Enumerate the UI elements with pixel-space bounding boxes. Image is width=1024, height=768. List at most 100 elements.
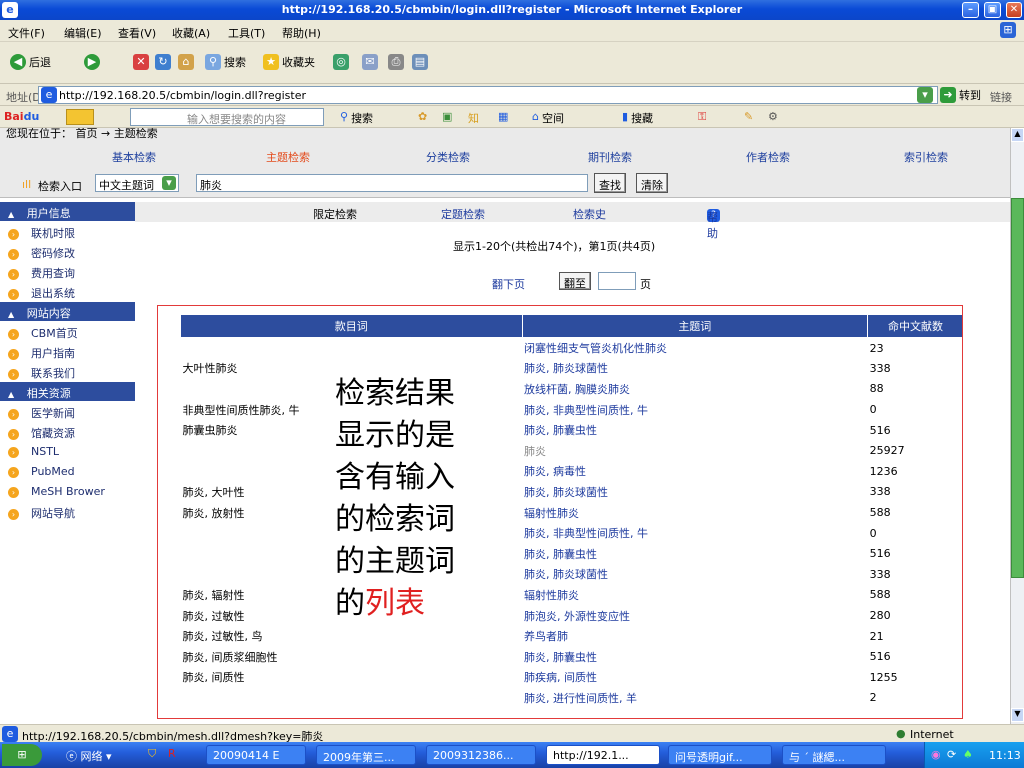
menu-view[interactable]: 查看(V) [118,25,156,41]
sidebar-item[interactable]: › 联机时限 [0,222,135,242]
sidebar-item[interactable]: › NSTL [0,442,135,462]
limit-search-link[interactable]: 限定检索 [313,206,357,222]
scroll-up-icon[interactable]: ▲ [1011,128,1024,142]
find-button[interactable]: 查找 [594,173,626,193]
settings-gear-icon[interactable]: ⚙ [768,110,778,123]
tab-subject-search[interactable]: 主题检索 [266,149,310,165]
favorites-button[interactable]: ★ 收藏夹 [263,54,315,70]
query-value: 肺炎 [200,179,222,192]
forward-button[interactable]: ▶ [84,54,100,70]
back-button[interactable]: ◀ 后退 [10,54,51,70]
sidebar-item-label: CBM首页 [31,327,78,340]
print-button[interactable]: ⎙ [388,54,404,70]
pen-icon[interactable]: ✎ [744,110,753,123]
image-icon[interactable]: ▣ [442,110,452,123]
jump-button[interactable]: 翻至 [559,272,591,290]
baidu-search-input[interactable]: 输入想要搜索的内容 [130,108,324,126]
close-button[interactable]: ✕ [1006,2,1022,18]
chevron-right-icon: › [8,409,19,420]
sidebar-section-header[interactable]: ▲ 相关资源 [0,382,135,402]
sidebar: ▲ 用户信息 › 联机时限 › 密码修改 › 费用查询 › 退出系统 ▲ 网站内容 › CBM首页 › 用… [0,202,135,724]
search-history-link[interactable]: 检索史 [573,206,606,222]
baidu-search-button[interactable]: ⚲ 搜索 [340,110,373,126]
address-input[interactable]: e http://192.168.20.5/cbmbin/login.dll?r… [38,86,938,104]
links-label[interactable]: 链接 [990,89,1012,105]
sidebar-item[interactable]: › 网站导航 [0,502,135,522]
baidu-space-button[interactable]: ⌂ 空间 [532,110,564,126]
sidebar-item[interactable]: › MeSH Brower [0,482,135,502]
zhidao-icon[interactable]: 知 [468,110,479,126]
task-folder[interactable]: 20090414 E [206,745,306,765]
media-button[interactable]: ◎ [333,54,349,70]
sidebar-item[interactable]: › 用户指南 [0,342,135,362]
tray-wifi-icon[interactable]: ♠ [963,748,973,761]
sidebar-item[interactable]: › 联系我们 [0,362,135,382]
baidu-logo: Baidu [4,110,40,123]
key-icon[interactable]: ⚿ [698,110,706,124]
tray-network-icon[interactable]: ⟳ [947,748,956,761]
tray-app-icon[interactable]: ◉ [931,748,941,761]
sidebar-item[interactable]: › 退出系统 [0,282,135,302]
entry-select[interactable]: 中文主题词 ▾ [95,174,179,192]
task-gif[interactable]: 问号透明gif... [668,745,772,765]
edit-button[interactable]: ▤ [412,54,428,70]
stop-button[interactable]: ✕ [133,54,149,70]
task-ie[interactable]: http://192.1... [546,745,660,765]
maximize-button[interactable]: ▣ [984,2,1001,18]
menu-favorites[interactable]: 收藏(A) [172,25,210,41]
menu-tools[interactable]: 工具(T) [228,25,265,41]
entry-label: 检索入口 [38,180,82,193]
sidebar-item-label: 退出系统 [31,287,75,300]
tab-basic-search[interactable]: 基本检索 [112,149,156,165]
go-label: 转到 [959,89,981,102]
search-button[interactable]: ⚲ 搜索 [205,54,246,70]
sidebar-item[interactable]: › 医学新闻 [0,402,135,422]
menu-edit[interactable]: 编辑(E) [64,25,102,41]
scroll-down-icon[interactable]: ▼ [1011,708,1024,722]
signal-icon: ıll [22,178,32,191]
baidu-bookmark-button[interactable]: ▮ 搜藏 [622,110,653,126]
tab-index-search[interactable]: 索引检索 [904,149,948,165]
shield-icon[interactable]: ⛉ [148,747,156,761]
sidebar-item[interactable]: › 馆藏资源 [0,422,135,442]
vertical-scrollbar[interactable]: ▲ ▼ [1010,128,1024,724]
scroll-thumb[interactable] [1011,198,1024,578]
task-doc2[interactable]: 2009312386... [426,745,536,765]
tab-journal-search[interactable]: 期刊检索 [588,149,632,165]
task-doc1[interactable]: 2009年第三... [316,745,416,765]
grid-icon[interactable]: ▦ [498,110,508,123]
dropdown-icon[interactable]: ▾ [917,87,933,103]
home-button[interactable]: ⌂ [178,54,194,70]
tab-author-search[interactable]: 作者检索 [746,149,790,165]
history-button[interactable]: ✉ [362,54,378,70]
go-button[interactable]: ➜ 转到 [940,87,981,103]
menu-help[interactable]: 帮助(H) [282,25,321,41]
go-arrow-icon: ➜ [940,87,956,103]
next-page-link[interactable]: 翻下页 [492,276,525,292]
sidebar-section-header[interactable]: ▲ 用户信息 [0,202,135,222]
topic-search-link[interactable]: 定题检索 [441,206,485,222]
baidu-toolbar: Baidu 输入想要搜索的内容 ⚲ 搜索 ✿ ▣ 知 ▦ ⌂ 空间 ▮ 搜藏 ⚿… [0,106,1024,128]
query-input[interactable]: 肺炎 [196,174,588,192]
minimize-button[interactable]: – [962,2,979,18]
tab-category-search[interactable]: 分类检索 [426,149,470,165]
task-network[interactable]: ⓔ 网络 ▾ [60,745,146,765]
sidebar-item[interactable]: › 密码修改 [0,242,135,262]
clear-button[interactable]: 清除 [636,173,668,193]
baidu-tool-icon[interactable]: ✿ [418,110,427,123]
sidebar-section-header[interactable]: ▲ 网站内容 [0,302,135,322]
app-r-icon[interactable]: R [168,747,176,760]
address-bar: 地址(D) e http://192.168.20.5/cbmbin/login… [0,84,1024,106]
baidu-placeholder: 输入想要搜索的内容 [187,113,286,126]
refresh-button[interactable]: ↻ [155,54,171,70]
baidu-button[interactable] [66,109,94,125]
sidebar-item[interactable]: › 费用查询 [0,262,135,282]
task-doc1-label: 2009年第三... [323,751,395,764]
sidebar-item-label: 密码修改 [31,247,75,260]
sidebar-item[interactable]: › PubMed [0,462,135,482]
task-other[interactable]: 与 ˊ 謎緦... [782,745,886,765]
start-button[interactable]: ⊞ [2,744,42,766]
menu-file[interactable]: 文件(F) [8,25,45,41]
sidebar-item[interactable]: › CBM首页 [0,322,135,342]
page-number-input[interactable] [598,272,636,290]
